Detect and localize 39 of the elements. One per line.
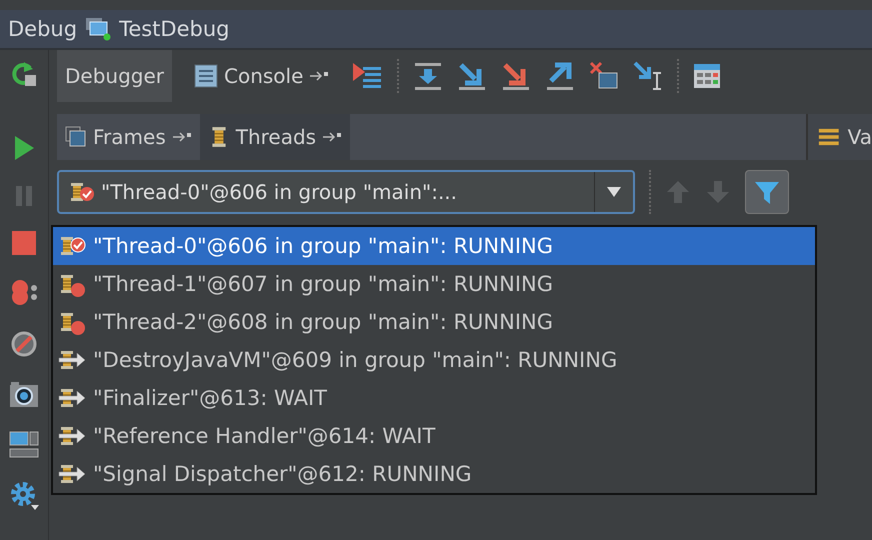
- camera-icon[interactable]: [9, 380, 39, 408]
- thread-item[interactable]: "Thread-2"@608 in group "main": RUNNING: [53, 303, 815, 341]
- breakpoints-icon[interactable]: [9, 278, 39, 308]
- resume-icon[interactable]: [12, 134, 36, 162]
- thread-item[interactable]: "DestroyJavaVM"@609 in group "main": RUNNING: [53, 341, 815, 379]
- layout-icon[interactable]: [9, 430, 39, 458]
- drop-frame-icon[interactable]: [589, 61, 620, 91]
- rerun-icon[interactable]: [10, 60, 38, 88]
- view-tab[interactable]: Threads: [200, 114, 350, 160]
- thread-item[interactable]: "Reference Handler"@614: WAIT: [53, 417, 815, 455]
- list-icon: [818, 126, 840, 148]
- thread-selector[interactable]: "Thread-0"@606 in group "main":...: [57, 170, 635, 214]
- thread-item[interactable]: "Finalizer"@613: WAIT: [53, 379, 815, 417]
- variables-tab[interactable]: Va: [806, 114, 872, 160]
- frames-icon: [65, 126, 87, 148]
- step-into-icon[interactable]: [457, 61, 488, 91]
- console-icon: [194, 64, 218, 88]
- step-out-icon[interactable]: [545, 61, 576, 91]
- pin-icon: [322, 131, 342, 143]
- panel-tab[interactable]: Debugger: [57, 50, 172, 102]
- stop-icon[interactable]: [11, 230, 37, 256]
- thread-item[interactable]: "Signal Dispatcher"@612: RUNNING: [53, 455, 815, 493]
- thread-item[interactable]: "Thread-1"@607 in group "main": RUNNING: [53, 265, 815, 303]
- force-step-into-icon[interactable]: [501, 61, 532, 91]
- monitor-icon: [85, 17, 112, 41]
- panel-tab[interactable]: Console: [186, 50, 338, 102]
- thread-item[interactable]: "Thread-0"@606 in group "main": RUNNING: [53, 227, 815, 265]
- run-to-cursor-icon[interactable]: [633, 61, 664, 91]
- view-tab[interactable]: Frames: [57, 114, 200, 160]
- pin-icon: [172, 131, 192, 143]
- settings-icon[interactable]: [9, 480, 39, 510]
- filter-button[interactable]: [745, 170, 789, 214]
- window-title: Debug: [8, 17, 78, 41]
- step-over-icon[interactable]: [413, 61, 444, 91]
- mute-breakpoints-icon[interactable]: [10, 330, 38, 358]
- show-execution-point-icon[interactable]: [351, 61, 384, 91]
- dropdown-arrow-icon: [606, 186, 622, 198]
- run-config-name: TestDebug: [119, 17, 230, 41]
- evaluate-icon[interactable]: [693, 63, 722, 89]
